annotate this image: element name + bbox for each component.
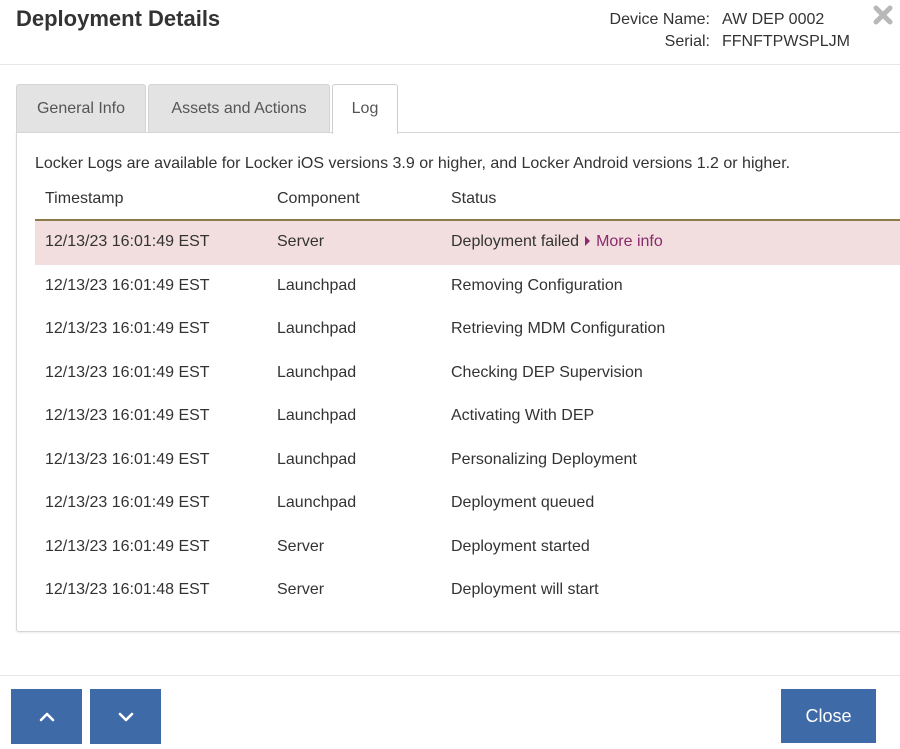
more-info-link[interactable]: More info <box>579 233 663 250</box>
previous-button[interactable] <box>11 689 82 744</box>
locker-logs-note: Locker Logs are available for Locker iOS… <box>35 155 791 172</box>
component-cell: Server <box>277 537 325 555</box>
table-row: 12/13/23 16:01:49 EST Launchpad Deployme… <box>35 482 900 526</box>
component-cell: Server <box>277 233 325 250</box>
table-row: 12/13/23 16:01:49 EST Server Deployment … <box>35 221 900 265</box>
status-cell: Activating With DEP <box>451 407 595 424</box>
tab-assets-and-actions[interactable]: Assets and Actions <box>148 84 330 132</box>
tab-log[interactable]: Log <box>332 84 398 134</box>
device-info: Device Name: AW DEP 0002 Serial: FFNFTPW… <box>600 9 850 53</box>
status-cell: Removing Configuration <box>451 276 623 294</box>
timestamp-cell: 12/13/23 16:01:49 EST <box>45 233 210 250</box>
chevron-down-icon <box>118 712 133 721</box>
status-cell: Deployment queued <box>451 494 595 511</box>
close-button[interactable]: Close <box>781 689 876 743</box>
device-name-label: Device Name: <box>609 11 710 28</box>
chevron-up-icon <box>39 712 54 721</box>
component-cell: Launchpad <box>277 320 357 337</box>
timestamp-cell: 12/13/23 16:01:49 EST <box>45 320 210 337</box>
component-cell: Launchpad <box>277 407 357 424</box>
serial-label: Serial: <box>664 33 710 50</box>
table-row: 12/13/23 16:01:49 EST Launchpad Personal… <box>35 439 900 483</box>
dialog-footer: Close <box>0 675 900 749</box>
status-cell: Deployment failed More info <box>451 233 663 251</box>
timestamp-cell: 12/13/23 16:01:49 EST <box>45 276 210 294</box>
status-cell: Checking DEP Supervision <box>451 363 643 381</box>
log-table-header: Timestamp Component Status <box>35 183 900 221</box>
table-row: 12/13/23 16:01:49 EST Launchpad Removing… <box>35 265 900 309</box>
table-row: 12/13/23 16:01:49 EST Launchpad Retrievi… <box>35 308 900 352</box>
more-info-label: More info <box>596 233 663 250</box>
table-row: 12/13/23 16:01:49 EST Server Deployment … <box>35 526 900 570</box>
timestamp-cell: 12/13/23 16:01:49 EST <box>45 450 210 468</box>
serial-row: Serial: FFNFTPWSPLJM <box>600 31 850 53</box>
device-name-row: Device Name: AW DEP 0002 <box>600 9 850 31</box>
timestamp-cell: 12/13/23 16:01:49 EST <box>45 407 210 424</box>
timestamp-cell: 12/13/23 16:01:48 EST <box>45 581 210 598</box>
component-cell: Launchpad <box>277 276 357 294</box>
timestamp-cell: 12/13/23 16:01:49 EST <box>45 363 210 381</box>
status-cell: Personalizing Deployment <box>451 450 637 468</box>
next-button[interactable] <box>90 689 161 744</box>
table-row: 12/13/23 16:01:49 EST Launchpad Checking… <box>35 352 900 396</box>
column-header-component[interactable]: Component <box>277 190 360 208</box>
status-cell: Deployment will start <box>451 581 599 598</box>
close-x-icon[interactable] <box>872 4 894 26</box>
log-panel: Locker Logs are available for Locker iOS… <box>16 132 900 632</box>
timestamp-cell: 12/13/23 16:01:49 EST <box>45 537 210 555</box>
status-cell: Deployment started <box>451 537 590 555</box>
serial-value: FFNFTPWSPLJM <box>722 33 850 50</box>
status-cell: Retrieving MDM Configuration <box>451 320 666 337</box>
component-cell: Server <box>277 581 325 598</box>
component-cell: Launchpad <box>277 450 357 468</box>
status-text: Deployment failed <box>451 233 580 250</box>
dialog-header: Deployment Details Device Name: AW DEP 0… <box>0 0 900 65</box>
column-header-timestamp[interactable]: Timestamp <box>45 190 124 208</box>
component-cell: Launchpad <box>277 494 357 511</box>
caret-right-icon <box>585 236 591 247</box>
column-header-status[interactable]: Status <box>451 190 496 208</box>
device-name-value: AW DEP 0002 <box>722 11 825 28</box>
log-table-body: 12/13/23 16:01:49 EST Server Deployment … <box>35 221 900 613</box>
dialog-title: Deployment Details <box>16 6 221 31</box>
component-cell: Launchpad <box>277 363 357 381</box>
timestamp-cell: 12/13/23 16:01:49 EST <box>45 494 210 511</box>
table-row: 12/13/23 16:01:49 EST Launchpad Activati… <box>35 395 900 439</box>
table-row: 12/13/23 16:01:48 EST Server Deployment … <box>35 569 900 613</box>
tab-general-info[interactable]: General Info <box>16 84 146 132</box>
